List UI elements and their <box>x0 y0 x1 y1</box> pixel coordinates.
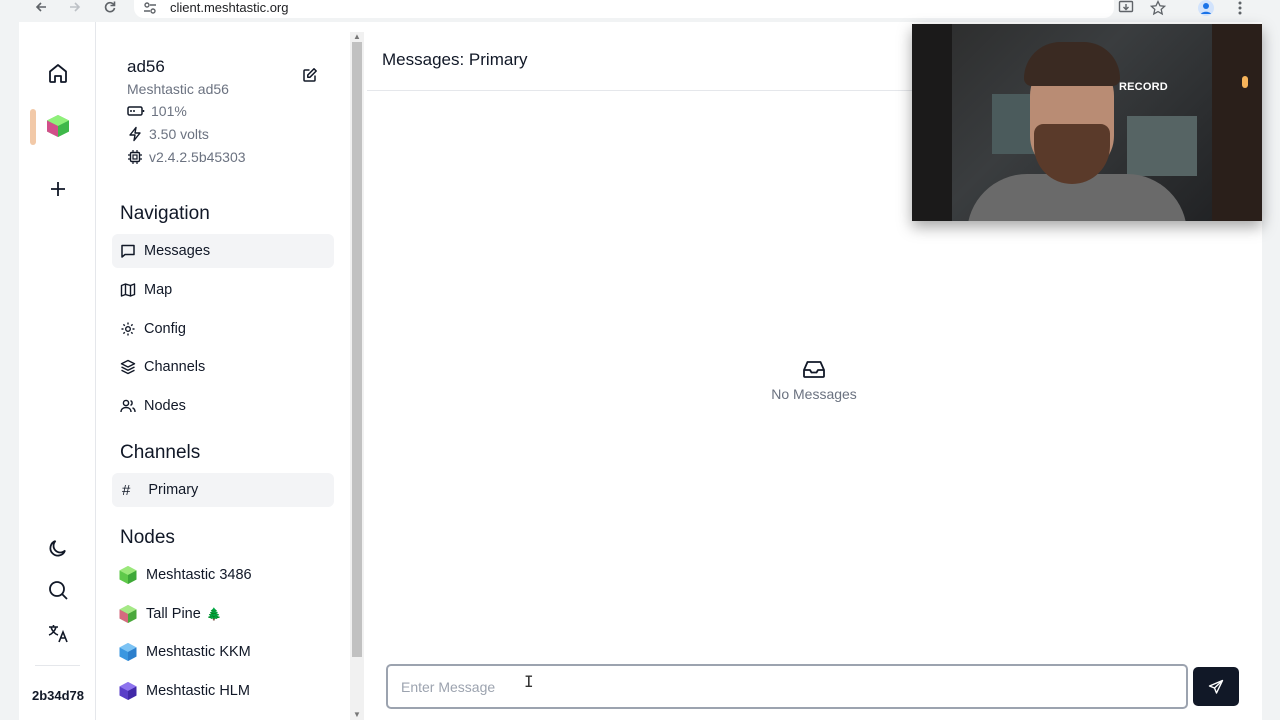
back-arrow-icon[interactable] <box>31 0 51 16</box>
reload-icon[interactable] <box>100 0 120 16</box>
empty-state: No Messages <box>747 359 881 402</box>
send-paper-plane-icon <box>1208 679 1224 694</box>
nav-item-channels[interactable]: Channels <box>112 350 334 384</box>
text-cursor-icon: I <box>524 672 534 691</box>
node-cube-icon <box>119 605 137 623</box>
node-cube-icon <box>119 643 137 661</box>
scroll-down-arrow-icon[interactable]: ▼ <box>353 710 361 719</box>
inbox-icon <box>803 361 825 378</box>
sidebar-scrollbar[interactable]: ▲ ▼ <box>350 32 364 720</box>
home-icon[interactable] <box>43 58 73 88</box>
firmware-version: v2.4.2.5b45303 <box>149 149 246 165</box>
channel-item-primary[interactable]: # Primary <box>112 473 334 507</box>
nav-item-map[interactable]: Map <box>112 273 334 307</box>
edit-device-pencil-icon[interactable] <box>302 67 318 88</box>
webcam-person-hair <box>1024 42 1120 86</box>
battery-icon <box>127 106 145 116</box>
page-title: Messages: Primary <box>382 50 528 69</box>
sidebar: ad56 Meshtastic ad56 101% 3.50 volts v2.… <box>97 22 350 720</box>
nav-item-nodes[interactable]: Nodes <box>112 389 334 423</box>
nodes-heading: Nodes <box>120 527 175 548</box>
url-text[interactable]: client.meshtastic.org <box>170 0 289 16</box>
rail-divider <box>35 665 80 666</box>
browser-toolbar: client.meshtastic.org <box>0 0 1280 22</box>
tree-emoji-icon: 🌲 <box>206 607 222 621</box>
forward-arrow-icon[interactable] <box>65 0 85 16</box>
voltage-value: 3.50 volts <box>149 126 209 142</box>
node-item[interactable]: Meshtastic 3486 <box>118 562 252 588</box>
battery-level: 101% <box>151 103 187 119</box>
node-id-label: 2b34d78 <box>31 688 85 703</box>
site-settings-icon[interactable] <box>143 1 157 20</box>
browser-menu-icon[interactable] <box>1235 0 1245 21</box>
install-app-icon[interactable] <box>1118 0 1134 21</box>
channels-heading: Channels <box>120 442 201 463</box>
message-input[interactable] <box>386 664 1188 709</box>
active-device-indicator <box>30 109 36 145</box>
scroll-up-arrow-icon[interactable]: ▲ <box>353 32 361 41</box>
device-long-name: Meshtastic ad56 <box>127 81 229 97</box>
node-item[interactable]: Meshtastic KKM <box>118 639 251 665</box>
node-item[interactable]: Meshtastic HLM <box>118 678 250 704</box>
battery-row: 101% <box>127 102 187 120</box>
nav-item-label: Config <box>144 321 186 337</box>
voltage-row: 3.50 volts <box>127 125 209 143</box>
message-square-icon <box>121 244 135 258</box>
scrollbar-thumb[interactable] <box>352 42 362 657</box>
gear-icon <box>121 322 135 336</box>
device-avatar-icon[interactable] <box>43 111 73 141</box>
webcam-overlay: RECORD <box>912 24 1262 221</box>
empty-state-text: No Messages <box>771 386 857 402</box>
node-cube-icon <box>119 682 137 700</box>
node-item-label: Tall Pine <box>146 606 201 622</box>
node-item-label: Meshtastic HLM <box>146 683 250 699</box>
nav-item-label: Messages <box>144 243 211 259</box>
webcam-lamp <box>1242 76 1248 88</box>
cpu-chip-icon <box>128 150 142 164</box>
hash-icon: # <box>122 481 131 499</box>
nav-item-config[interactable]: Config <box>112 312 334 346</box>
device-short-name: ad56 <box>127 57 165 76</box>
webcam-monitor <box>1127 116 1197 176</box>
node-cube-icon <box>119 566 137 584</box>
navigation-heading: Navigation <box>120 203 210 224</box>
layers-icon <box>120 359 136 375</box>
node-item-label: Meshtastic 3486 <box>146 567 252 583</box>
dark-mode-moon-icon[interactable] <box>43 533 73 563</box>
channel-item-label: Primary <box>148 482 199 498</box>
add-device-plus-icon[interactable] <box>43 174 73 204</box>
nav-item-label: Map <box>144 282 173 298</box>
webcam-bookshelf-right <box>1212 24 1262 221</box>
nav-item-label: Nodes <box>144 398 186 414</box>
users-icon <box>120 399 136 413</box>
search-icon[interactable] <box>43 575 73 605</box>
device-rail: 2b34d78 <box>19 22 96 720</box>
webcam-bookshelf-left <box>912 24 952 221</box>
language-translate-icon[interactable] <box>43 618 73 648</box>
map-icon <box>120 283 136 297</box>
bookmark-star-icon[interactable] <box>1149 0 1167 21</box>
webcam-record-sign: RECORD <box>1119 81 1168 93</box>
nav-item-messages[interactable]: Messages <box>112 234 334 268</box>
lightning-bolt-icon <box>129 126 141 142</box>
node-item-label: Meshtastic KKM <box>146 644 251 660</box>
node-item[interactable]: Tall Pine 🌲 <box>118 601 222 627</box>
firmware-row: v2.4.2.5b45303 <box>127 148 246 166</box>
send-button[interactable] <box>1193 667 1239 706</box>
nav-item-label: Channels <box>144 359 206 375</box>
profile-avatar-icon[interactable] <box>1198 0 1214 21</box>
